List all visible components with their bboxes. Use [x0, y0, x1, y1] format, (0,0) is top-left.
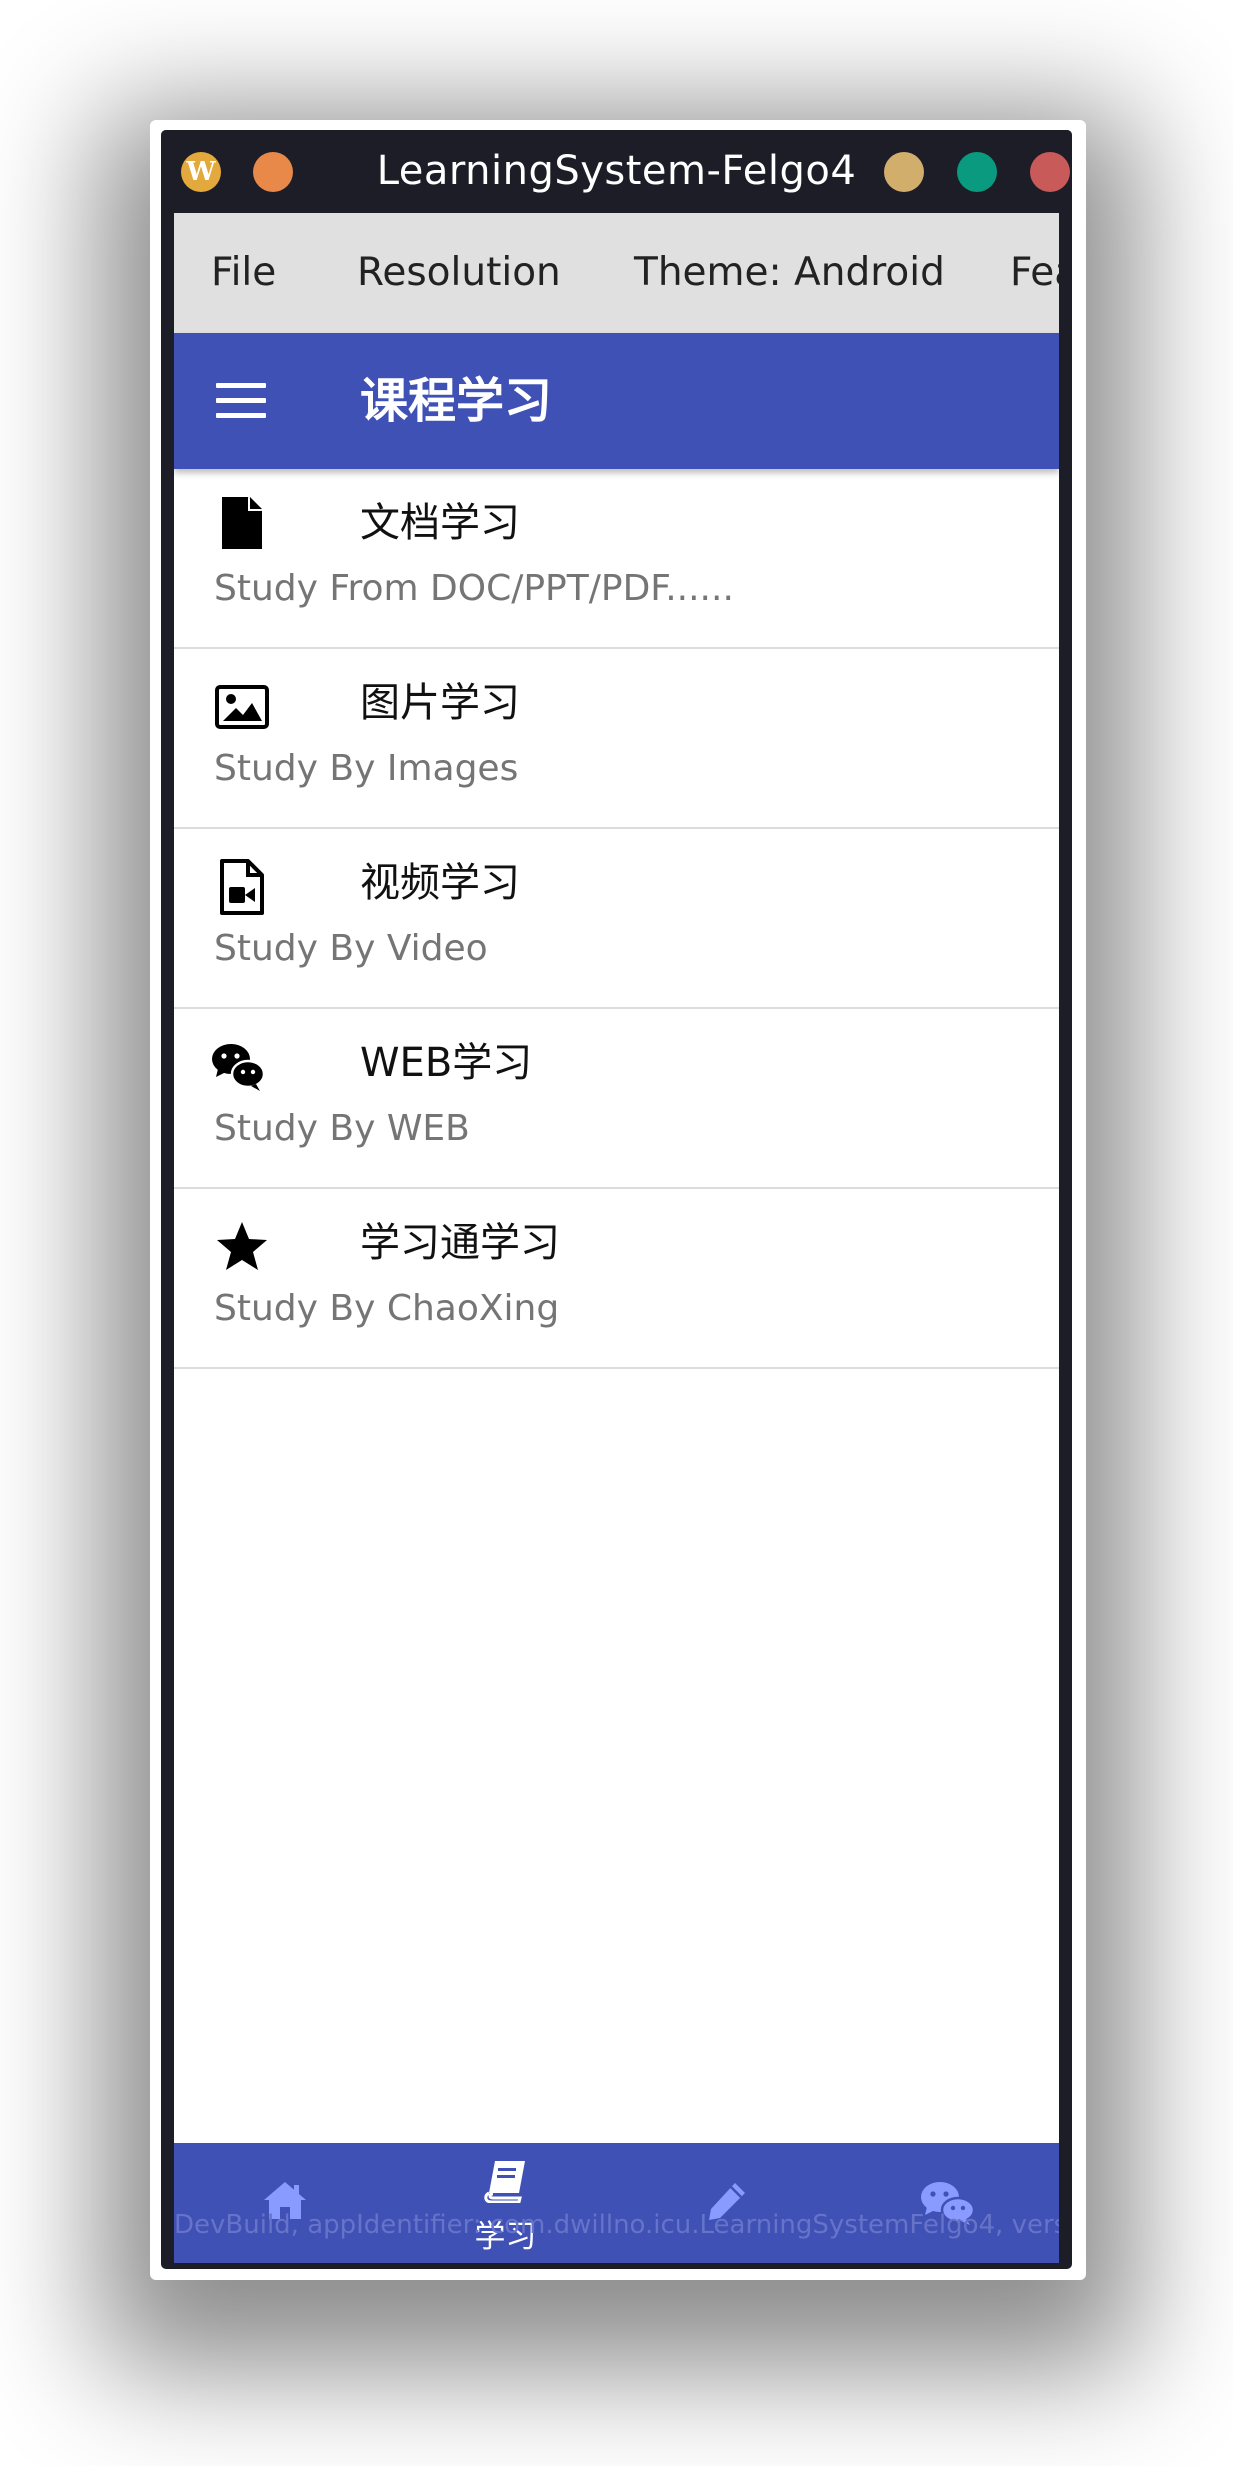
list-item-title: 图片学习 — [360, 680, 520, 726]
bottom-navigation: 学习 — [174, 2143, 1059, 2263]
menu-file[interactable]: File — [211, 213, 276, 333]
menu-bar: File Resolution Theme: Android Fea — [174, 213, 1059, 333]
minimize-button[interactable] — [884, 152, 924, 192]
close-button[interactable] — [1030, 152, 1070, 192]
nav-wechat[interactable] — [837, 2143, 1058, 2263]
list-item-subtitle: Study From DOC/PPT/PDF...... — [214, 568, 734, 609]
list-item-subtitle: Study By WEB — [214, 1108, 470, 1149]
menu-resolution[interactable]: Resolution — [357, 213, 561, 333]
app-screen: File Resolution Theme: Android Fea 课程学习 … — [174, 213, 1059, 2263]
list-item-subtitle: Study By Images — [214, 748, 519, 789]
star-icon — [217, 1222, 267, 1270]
course-list: 文档学习 Study From DOC/PPT/PDF...... 图片学习 S… — [174, 469, 1059, 1369]
book-icon — [483, 2161, 525, 2203]
list-item-title: 视频学习 — [360, 860, 520, 906]
nav-home[interactable] — [174, 2143, 395, 2263]
list-item-subtitle: Study By Video — [214, 928, 488, 969]
list-item-web[interactable]: WEB学习 Study By WEB — [174, 1009, 1059, 1189]
hamburger-menu-icon[interactable] — [216, 383, 266, 419]
list-item-title: 学习通学习 — [360, 1220, 560, 1266]
image-icon — [215, 685, 269, 729]
wechat-icon — [212, 1044, 266, 1091]
document-icon — [222, 497, 262, 549]
list-item-document[interactable]: 文档学习 Study From DOC/PPT/PDF...... — [174, 469, 1059, 649]
list-item-images[interactable]: 图片学习 Study By Images — [174, 649, 1059, 829]
list-item-title: WEB学习 — [360, 1040, 533, 1086]
title-bar[interactable]: W LearningSystem-Felgo4 — [161, 130, 1072, 213]
maximize-button[interactable] — [957, 152, 997, 192]
list-item-subtitle: Study By ChaoXing — [214, 1288, 560, 1329]
video-file-icon — [220, 859, 264, 915]
app-window: W LearningSystem-Felgo4 File Resolution … — [161, 130, 1072, 2269]
devbuild-info: DevBuild, appIdentifier: com.dwillno.icu… — [174, 2210, 1059, 2240]
window-title: LearningSystem-Felgo4 — [376, 148, 857, 194]
page-title: 课程学习 — [360, 373, 553, 429]
nav-study[interactable]: 学习 — [395, 2143, 616, 2263]
nav-edit[interactable] — [616, 2143, 837, 2263]
list-item-title: 文档学习 — [360, 500, 520, 546]
list-item-video[interactable]: 视频学习 Study By Video — [174, 829, 1059, 1009]
app-bar: 课程学习 — [174, 333, 1059, 469]
menu-features[interactable]: Fea — [1010, 213, 1059, 333]
menu-theme[interactable]: Theme: Android — [634, 213, 945, 333]
list-item-chaoxing[interactable]: 学习通学习 Study By ChaoXing — [174, 1189, 1059, 1369]
